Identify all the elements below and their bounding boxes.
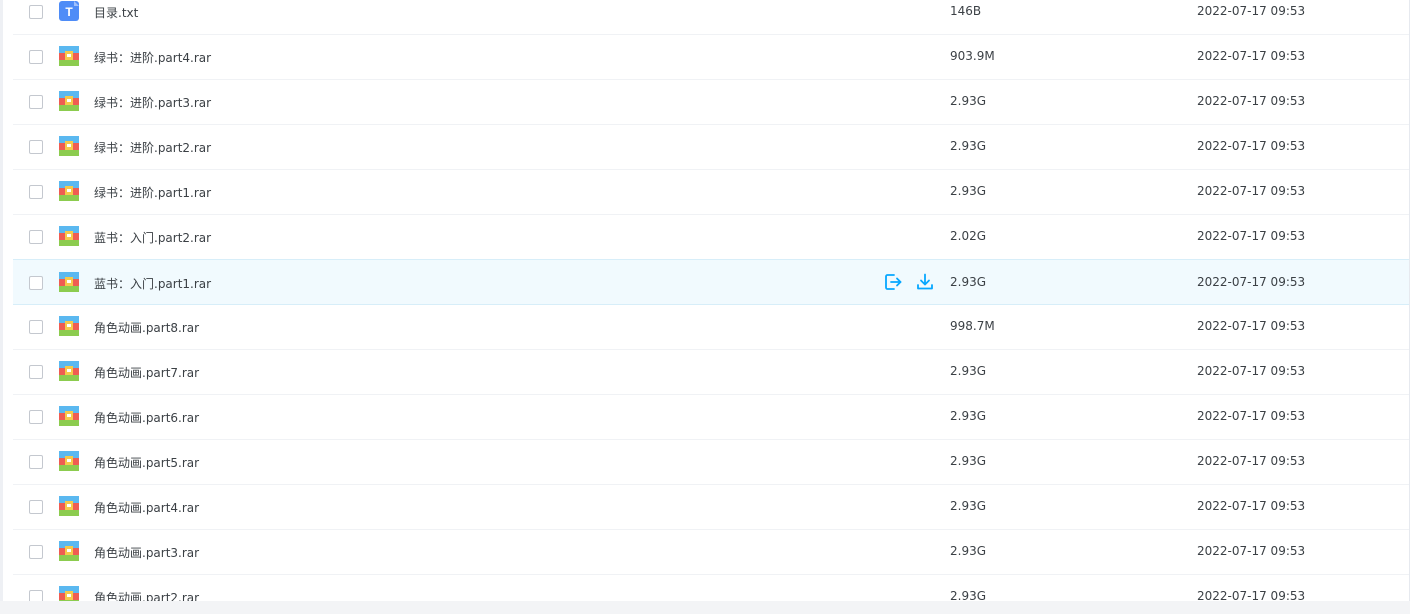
file-row[interactable]: 蓝书：入门.part1.rar 2.93G 2022-07-17 09:53 <box>13 259 1409 305</box>
file-name-link[interactable]: 角色动画.part6.rar <box>94 409 199 426</box>
file-modified-date: 2022-07-17 09:53 <box>1197 544 1306 558</box>
file-row[interactable]: 绿书：进阶.part2.rar 2.93G 2022-07-17 09:53 <box>13 125 1409 170</box>
file-size: 2.93G <box>950 364 987 378</box>
archive-file-icon <box>59 496 79 516</box>
row-checkbox[interactable] <box>29 500 43 514</box>
archive-file-icon <box>59 136 79 156</box>
row-checkbox[interactable] <box>29 140 43 154</box>
row-checkbox[interactable] <box>29 545 43 559</box>
archive-file-icon <box>59 361 79 381</box>
file-size: 903.9M <box>950 49 995 63</box>
left-panel-edge <box>0 0 3 614</box>
text-file-icon: T <box>59 1 79 21</box>
row-actions <box>883 272 935 294</box>
row-checkbox[interactable] <box>29 5 43 19</box>
file-size: 998.7M <box>950 319 995 333</box>
bottom-scroll-area <box>0 601 1410 614</box>
file-row[interactable]: 绿书：进阶.part4.rar 903.9M 2022-07-17 09:53 <box>13 35 1409 80</box>
file-name-link[interactable]: 角色动画.part4.rar <box>94 499 199 516</box>
row-checkbox[interactable] <box>29 95 43 109</box>
file-list-page: T 目录.txt 146B 2022-07-17 09:53 绿书：进阶.part4… <box>0 0 1410 614</box>
file-row[interactable]: 绿书：进阶.part3.rar 2.93G 2022-07-17 09:53 <box>13 80 1409 125</box>
file-name-link[interactable]: 角色动画.part8.rar <box>94 319 199 336</box>
file-modified-date: 2022-07-17 09:53 <box>1197 184 1306 198</box>
file-row[interactable]: 蓝书：入门.part2.rar 2.02G 2022-07-17 09:53 <box>13 215 1409 260</box>
archive-file-icon <box>59 406 79 426</box>
file-size: 2.93G <box>950 275 987 289</box>
archive-file-icon <box>59 181 79 201</box>
file-row[interactable]: 角色动画.part6.rar 2.93G 2022-07-17 09:53 <box>13 395 1409 440</box>
file-modified-date: 2022-07-17 09:53 <box>1197 499 1306 513</box>
file-size: 2.93G <box>950 454 987 468</box>
file-modified-date: 2022-07-17 09:53 <box>1197 49 1306 63</box>
file-modified-date: 2022-07-17 09:53 <box>1197 229 1306 243</box>
file-modified-date: 2022-07-17 09:53 <box>1197 4 1306 18</box>
download-icon[interactable] <box>915 272 935 292</box>
archive-file-icon <box>59 451 79 471</box>
file-size: 2.93G <box>950 94 987 108</box>
file-name-link[interactable]: 绿书：进阶.part3.rar <box>94 94 211 111</box>
file-modified-date: 2022-07-17 09:53 <box>1197 319 1306 333</box>
row-checkbox[interactable] <box>29 50 43 64</box>
row-checkbox[interactable] <box>29 185 43 199</box>
file-row[interactable]: 角色动画.part5.rar 2.93G 2022-07-17 09:53 <box>13 440 1409 485</box>
row-checkbox[interactable] <box>29 455 43 469</box>
file-row[interactable]: 绿书：进阶.part1.rar 2.93G 2022-07-17 09:53 <box>13 170 1409 215</box>
archive-file-icon <box>59 541 79 561</box>
file-size: 2.02G <box>950 229 987 243</box>
file-name-link[interactable]: 绿书：进阶.part1.rar <box>94 184 211 201</box>
file-name-link[interactable]: 蓝书：入门.part1.rar <box>94 275 211 292</box>
file-modified-date: 2022-07-17 09:53 <box>1197 364 1306 378</box>
file-size: 2.93G <box>950 499 987 513</box>
row-checkbox[interactable] <box>29 276 43 290</box>
file-size: 146B <box>950 4 982 18</box>
archive-file-icon <box>59 46 79 66</box>
file-row[interactable]: 角色动画.part4.rar 2.93G 2022-07-17 09:53 <box>13 485 1409 530</box>
file-modified-date: 2022-07-17 09:53 <box>1197 94 1306 108</box>
row-checkbox[interactable] <box>29 320 43 334</box>
file-row[interactable]: 角色动画.part3.rar 2.93G 2022-07-17 09:53 <box>13 530 1409 575</box>
share-icon[interactable] <box>883 272 903 292</box>
row-checkbox[interactable] <box>29 365 43 379</box>
file-size: 2.93G <box>950 409 987 423</box>
file-name-link[interactable]: 绿书：进阶.part2.rar <box>94 139 211 156</box>
archive-file-icon <box>59 272 79 292</box>
row-checkbox[interactable] <box>29 230 43 244</box>
archive-file-icon <box>59 316 79 336</box>
file-row[interactable]: 角色动画.part8.rar 998.7M 2022-07-17 09:53 <box>13 305 1409 350</box>
file-name-link[interactable]: 绿书：进阶.part4.rar <box>94 49 211 66</box>
file-size: 2.93G <box>950 184 987 198</box>
file-size: 2.93G <box>950 139 987 153</box>
file-list: T 目录.txt 146B 2022-07-17 09:53 绿书：进阶.part4… <box>13 0 1409 614</box>
file-size: 2.93G <box>950 544 987 558</box>
svg-text:T: T <box>65 5 73 19</box>
file-modified-date: 2022-07-17 09:53 <box>1197 275 1306 289</box>
file-name-link[interactable]: 蓝书：入门.part2.rar <box>94 229 211 246</box>
file-modified-date: 2022-07-17 09:53 <box>1197 409 1306 423</box>
file-row[interactable]: 角色动画.part7.rar 2.93G 2022-07-17 09:53 <box>13 350 1409 395</box>
file-modified-date: 2022-07-17 09:53 <box>1197 139 1306 153</box>
file-name-link[interactable]: 角色动画.part5.rar <box>94 454 199 471</box>
archive-file-icon <box>59 91 79 111</box>
file-name-link[interactable]: 角色动画.part7.rar <box>94 364 199 381</box>
file-name-link[interactable]: 角色动画.part3.rar <box>94 544 199 561</box>
file-modified-date: 2022-07-17 09:53 <box>1197 454 1306 468</box>
row-checkbox[interactable] <box>29 410 43 424</box>
file-name-link[interactable]: 目录.txt <box>94 4 138 21</box>
file-row[interactable]: T 目录.txt 146B 2022-07-17 09:53 <box>13 0 1409 35</box>
archive-file-icon <box>59 226 79 246</box>
